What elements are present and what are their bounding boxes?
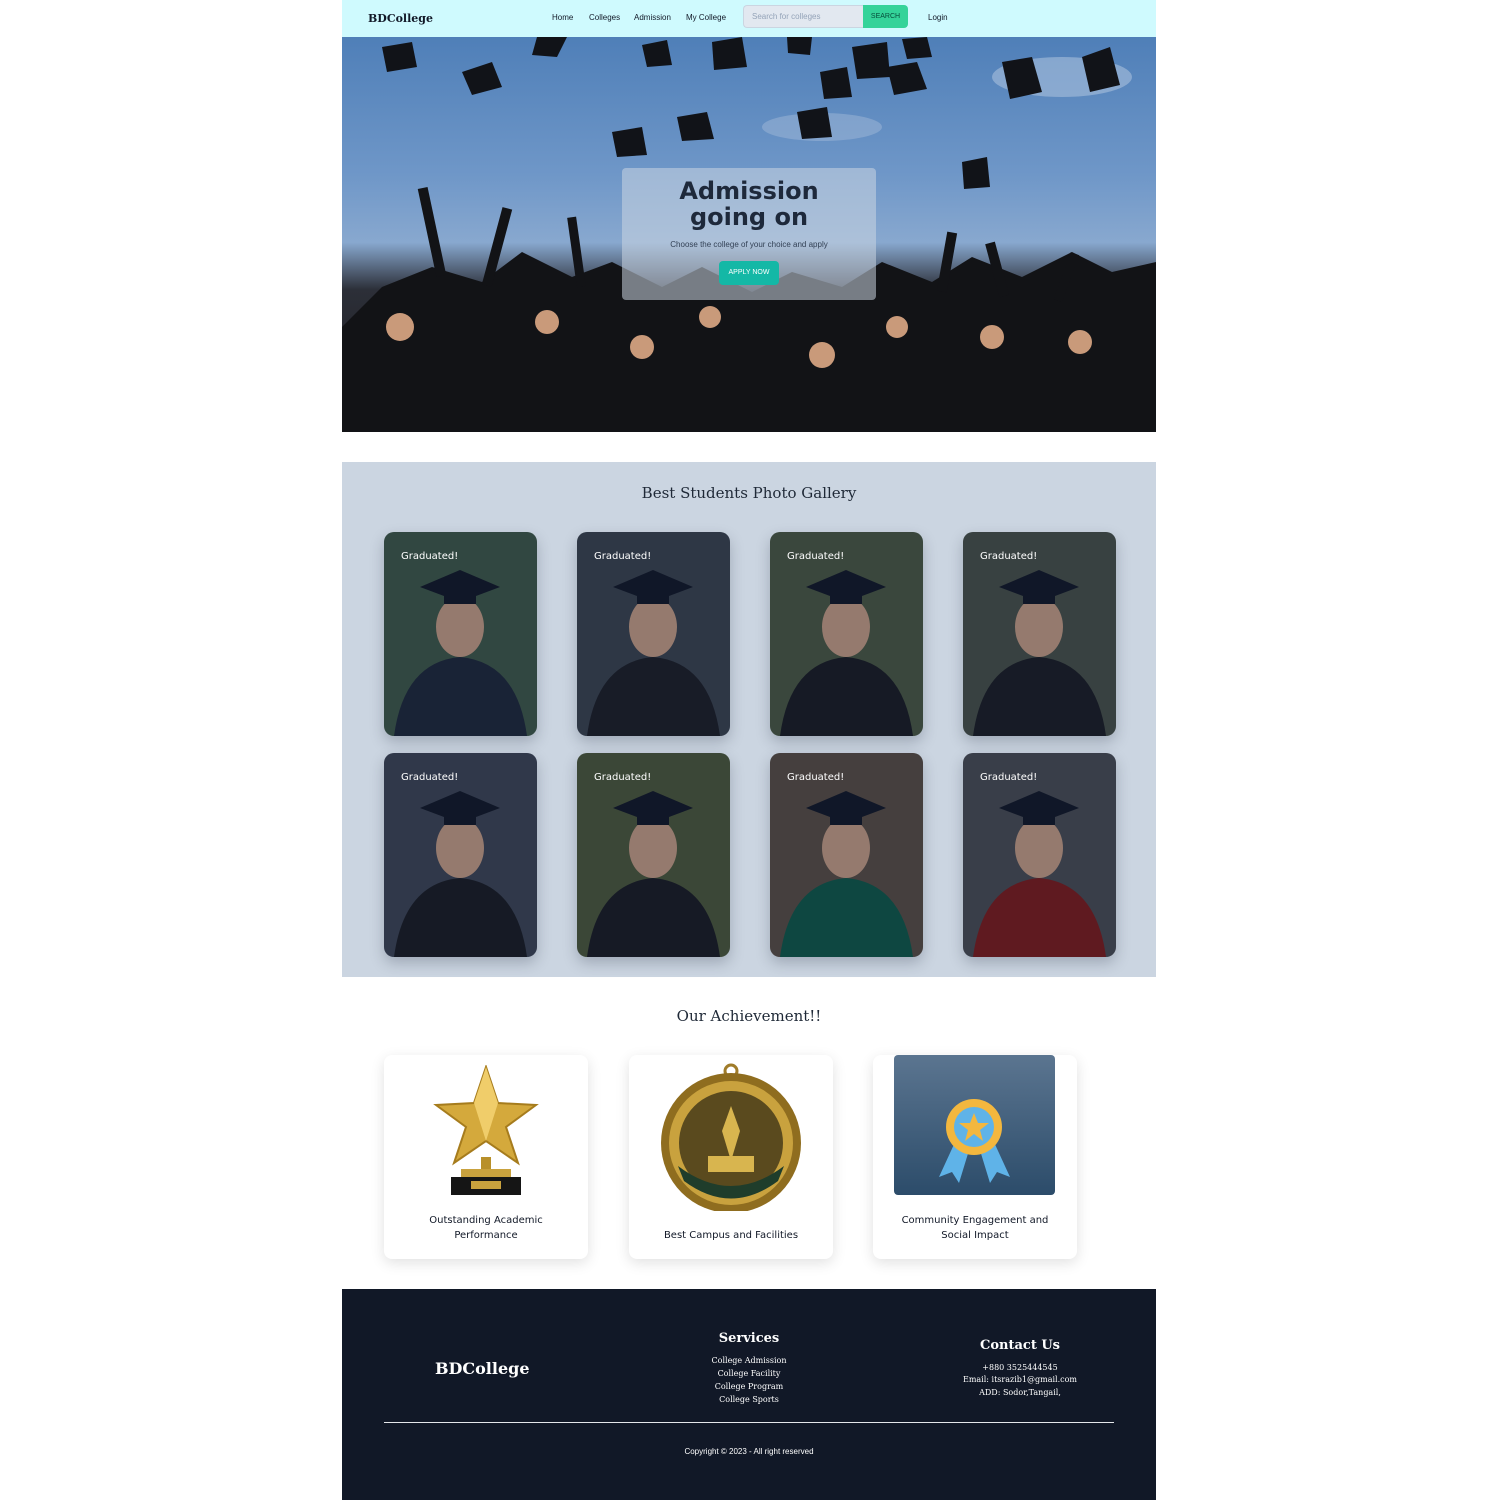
hero-banner: Admission going on Choose the college of… xyxy=(342,37,1156,432)
card-label: Graduated! xyxy=(401,772,459,783)
gallery-title: Best Students Photo Gallery xyxy=(641,484,857,502)
achievement-card-campus: Best Campus and Facilities xyxy=(629,1055,833,1259)
gallery-card[interactable]: Graduated! xyxy=(770,753,923,957)
card-label: Graduated! xyxy=(594,772,652,783)
gallery-card[interactable]: Graduated! xyxy=(770,532,923,736)
card-overlay xyxy=(384,753,537,957)
service-college-admission[interactable]: College Admission xyxy=(679,1356,819,1365)
card-overlay xyxy=(770,532,923,736)
card-label: Graduated! xyxy=(594,551,652,562)
nav-admission[interactable]: Admission xyxy=(634,13,671,22)
achievement-label-community: Community Engagement and Social Impact xyxy=(901,1215,1049,1241)
achievement-title: Our Achievement!! xyxy=(676,1007,822,1025)
card-overlay xyxy=(963,532,1116,736)
card-overlay xyxy=(577,753,730,957)
achievement-label-academic: Outstanding Academic Performance xyxy=(429,1215,543,1241)
card-label: Graduated! xyxy=(980,551,1038,562)
footer: BDCollege Services College Admission Col… xyxy=(342,1289,1156,1500)
copyright-text: Copyright © 2023 - All right reserved xyxy=(684,1447,814,1456)
card-label: Graduated! xyxy=(980,772,1038,783)
gallery-card[interactable]: Graduated! xyxy=(963,532,1116,736)
card-overlay xyxy=(384,532,537,736)
apply-now-button[interactable]: APPLY NOW xyxy=(719,261,779,285)
contact-phone: +880 3525444545 xyxy=(982,1363,1058,1372)
contact-email: Email: itsrazib1@gmail.com xyxy=(962,1375,1078,1384)
nav-colleges[interactable]: Colleges xyxy=(589,13,620,22)
navbar: BDCollege Home Colleges Admission My Col… xyxy=(342,0,1156,37)
brand-logo[interactable]: BDCollege xyxy=(368,12,433,25)
card-overlay xyxy=(963,753,1116,957)
footer-divider xyxy=(384,1422,1114,1423)
hero-subtitle: Choose the college of your choice and ap… xyxy=(670,240,828,249)
card-label: Graduated! xyxy=(787,551,845,562)
page: BDCollege Home Colleges Admission My Col… xyxy=(342,0,1156,1500)
service-college-facility[interactable]: College Facility xyxy=(679,1369,819,1378)
nav-my-college[interactable]: My College xyxy=(686,13,726,22)
hero-title: Admission going on xyxy=(679,177,819,231)
card-overlay xyxy=(770,753,923,957)
search-button[interactable]: SEARCH xyxy=(863,5,908,28)
photo-gallery: Best Students Photo Gallery Graduated! Gr… xyxy=(342,462,1156,977)
contact-address: ADD: Sodor,Tangail, xyxy=(979,1388,1061,1397)
service-college-program[interactable]: College Program xyxy=(679,1382,819,1391)
login-link[interactable]: Login xyxy=(928,13,948,22)
trophy-star-icon xyxy=(433,1065,539,1195)
gallery-card[interactable]: Graduated! xyxy=(384,753,537,957)
nav-home[interactable]: Home xyxy=(552,13,573,22)
award-ribbon-icon xyxy=(894,1055,1055,1195)
gallery-card[interactable]: Graduated! xyxy=(963,753,1116,957)
achievement-card-community: Community Engagement and Social Impact xyxy=(873,1055,1077,1259)
card-label: Graduated! xyxy=(787,772,845,783)
gallery-card[interactable]: Graduated! xyxy=(577,753,730,957)
services-title: Services xyxy=(718,1331,780,1346)
gallery-card[interactable]: Graduated! xyxy=(577,532,730,736)
card-label: Graduated! xyxy=(401,551,459,562)
achievement-label-campus: Best Campus and Facilities xyxy=(663,1230,799,1241)
footer-brand: BDCollege xyxy=(435,1359,530,1378)
contact-title: Contact Us xyxy=(980,1338,1060,1353)
achievement-card-academic: Outstanding Academic Performance xyxy=(384,1055,588,1259)
card-overlay xyxy=(577,532,730,736)
medal-icon xyxy=(661,1063,801,1211)
hero-card: Admission going on Choose the college of… xyxy=(622,168,876,300)
service-college-sports[interactable]: College Sports xyxy=(679,1395,819,1404)
gallery-card[interactable]: Graduated! xyxy=(384,532,537,736)
search-input[interactable] xyxy=(743,5,865,28)
